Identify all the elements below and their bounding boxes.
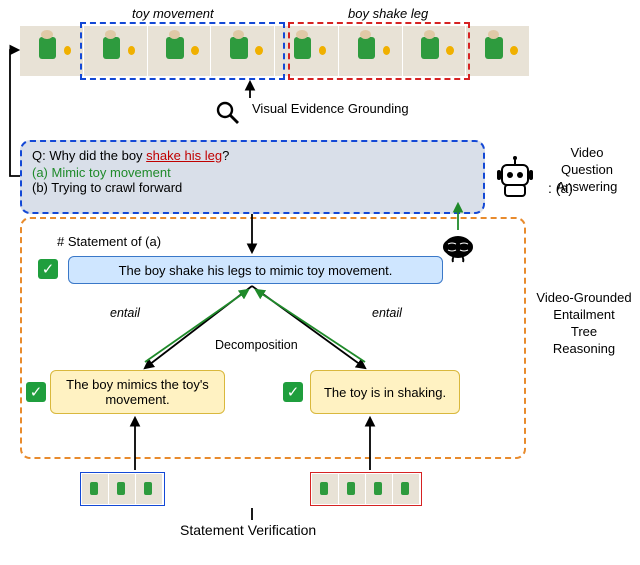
arrow-overlay	[0, 0, 640, 565]
